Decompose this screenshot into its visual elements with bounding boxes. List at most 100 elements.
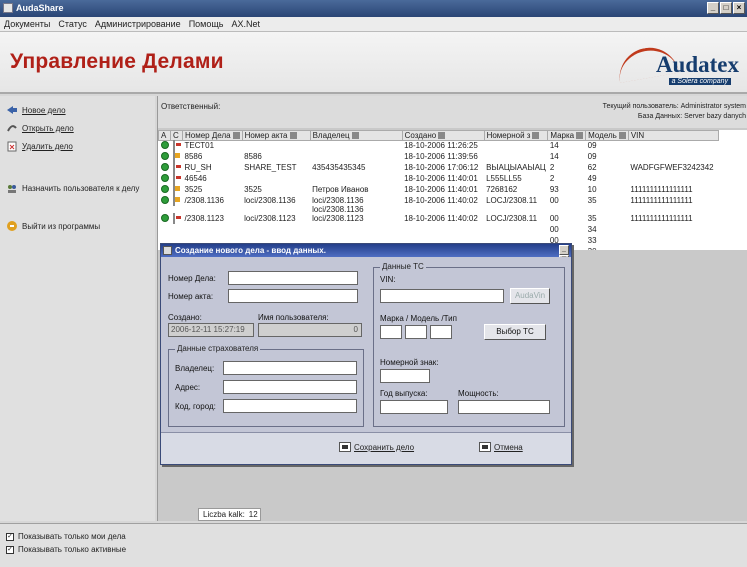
col-vin[interactable]: VIN <box>627 130 719 141</box>
checkbox-checked-icon[interactable]: ✓ <box>6 545 14 554</box>
only-my-cases-checkbox[interactable]: ✓ Показывать только мои дела <box>6 532 126 541</box>
col-owner[interactable]: Владелец <box>309 130 403 141</box>
column-filter-icon[interactable] <box>438 132 446 140</box>
col-make[interactable]: Марка <box>547 130 587 141</box>
status-active-icon <box>160 173 169 182</box>
cell-vin: WADFGFWEF3242342 <box>630 162 714 172</box>
table-row[interactable]: 3525 3525 Петров Иванов 18-10-2006 11:40:01… <box>159 183 719 196</box>
column-filter-icon[interactable] <box>618 132 626 140</box>
footer: ✓ Показывать только мои дела ✓ Показыват… <box>0 523 747 567</box>
col-case-number[interactable]: Номер Дела <box>182 130 243 141</box>
cell-status <box>159 141 171 152</box>
vehicle-group-label: Данные ТС <box>380 262 426 271</box>
sidebar-item-new-case[interactable]: Новое дело <box>6 104 66 116</box>
database-info: База Данных: Server bazy danych <box>637 113 746 120</box>
sidebar: Новое дело Открыть дело Удалить дело Наз… <box>0 96 155 521</box>
case-number-field[interactable] <box>228 271 358 285</box>
arrow-icon <box>6 104 18 116</box>
vin-field[interactable] <box>380 289 504 303</box>
table-row[interactable]: RU_SH SHARE_TEST 435435435345 18-10-2006 17… <box>159 161 719 174</box>
cell-model: 10 <box>587 184 597 194</box>
col-created[interactable]: Создано <box>401 130 485 141</box>
col-act-number[interactable]: Номер акта <box>241 130 311 141</box>
count-value: 12 <box>248 510 258 519</box>
cell-type <box>171 194 183 214</box>
choose-vehicle-button[interactable]: Выбор ТС <box>484 324 546 340</box>
power-field[interactable] <box>458 400 550 414</box>
col-c[interactable]: C <box>170 130 183 141</box>
type-field[interactable] <box>430 325 452 339</box>
only-active-checkbox[interactable]: ✓ Показывать только активные <box>6 545 126 554</box>
dialog-minimize-button[interactable]: _ <box>559 245 569 255</box>
code-city-field[interactable] <box>223 399 357 413</box>
make-model-type-label: Марка / Модель /Тип <box>380 314 457 323</box>
cell-vin <box>628 141 718 152</box>
col-model[interactable]: Модель <box>585 130 629 141</box>
checkbox-checked-icon[interactable]: ✓ <box>6 532 14 541</box>
save-case-button[interactable]: Сохранить дело <box>339 442 414 452</box>
audavin-button[interactable]: AudaVin <box>510 288 550 304</box>
cell-type <box>171 150 183 163</box>
year-field[interactable] <box>380 400 448 414</box>
cell-act <box>242 141 310 152</box>
cell-act: 3525 <box>244 184 262 194</box>
table-row[interactable]: /2308.1136 loci/2308.1136 loci/2308.1136 l… <box>159 194 719 214</box>
cell-created: 18-10-2006 17:06:12 <box>404 162 479 172</box>
menu-axnet[interactable]: AX.Net <box>231 17 260 31</box>
address-field[interactable] <box>223 380 357 394</box>
cancel-button[interactable]: Отмена <box>479 442 523 452</box>
act-number-field[interactable] <box>228 289 358 303</box>
column-filter-icon[interactable] <box>576 132 584 140</box>
column-filter-icon[interactable] <box>532 132 540 140</box>
column-filter-icon[interactable] <box>351 132 359 140</box>
table-row[interactable]: 46546 18-10-2006 11:40:01 L555LL55 2 49 <box>159 172 719 185</box>
cell-model: 62 <box>587 162 597 172</box>
menu-documents[interactable]: Документы <box>4 17 50 31</box>
table-row[interactable]: /2308.1123 loci/2308.1123 loci/2308.1123 18… <box>159 212 719 225</box>
table-row[interactable]: 00 34 <box>159 225 719 236</box>
cell-model: 49 <box>587 173 597 183</box>
close-button[interactable]: × <box>733 2 745 14</box>
open-case-icon <box>6 122 18 134</box>
table-row[interactable]: 8586 8586 18-10-2006 11:39:56 14 09 <box>159 150 719 163</box>
delete-icon <box>6 140 18 152</box>
column-filter-icon[interactable] <box>232 132 240 140</box>
power-label: Мощность: <box>458 389 499 398</box>
make-field[interactable] <box>380 325 402 339</box>
assign-users-icon <box>6 182 18 194</box>
owner-field[interactable] <box>223 361 357 375</box>
maximize-button[interactable]: □ <box>720 2 732 14</box>
status-active-icon <box>160 162 169 171</box>
cell-act <box>242 225 310 236</box>
menu-help[interactable]: Помощь <box>189 17 224 31</box>
col-a[interactable]: A <box>158 130 171 141</box>
logo-tagline: a Solera company <box>668 78 731 85</box>
dialog-title: Создание нового дела - ввод данных. <box>175 246 326 255</box>
cell-vin <box>628 236 718 247</box>
cell-plate <box>484 152 548 163</box>
sidebar-item-delete-case[interactable]: Удалить дело <box>6 140 73 152</box>
table-row[interactable]: ТЕСТ01 18-10-2006 11:26:25 14 09 <box>159 140 719 152</box>
cell-make: 00 <box>549 224 559 234</box>
cell-model: 35 <box>587 195 597 205</box>
column-filter-icon[interactable] <box>289 132 297 140</box>
sidebar-item-open-case[interactable]: Открыть дело <box>6 122 74 134</box>
cell-make: 00 <box>549 195 559 205</box>
audatex-logo: Audatex a Solera company <box>613 43 743 86</box>
cell-owner <box>310 225 402 236</box>
minimize-button[interactable]: _ <box>707 2 719 14</box>
menu-status[interactable]: Статус <box>58 17 86 31</box>
model-field[interactable] <box>405 325 427 339</box>
menu-administration[interactable]: Администрирование <box>95 17 181 31</box>
plate-field[interactable] <box>380 369 430 383</box>
table-header-row: A C Номер Дела Номер акта Владелец Созда… <box>158 130 719 141</box>
cancel-icon <box>479 442 491 452</box>
logo-brand: Audatex <box>655 52 739 77</box>
sidebar-item-exit[interactable]: Выйти из программы <box>6 220 100 232</box>
cell-model: 09 <box>587 141 597 150</box>
cell-status <box>159 225 171 236</box>
col-plate[interactable]: Номерной з <box>483 130 549 141</box>
cell-act <box>242 174 310 185</box>
dialog-footer: Сохранить дело Отмена <box>161 432 571 464</box>
sidebar-item-assign-user[interactable]: Назначить пользователя к делу <box>6 182 139 194</box>
